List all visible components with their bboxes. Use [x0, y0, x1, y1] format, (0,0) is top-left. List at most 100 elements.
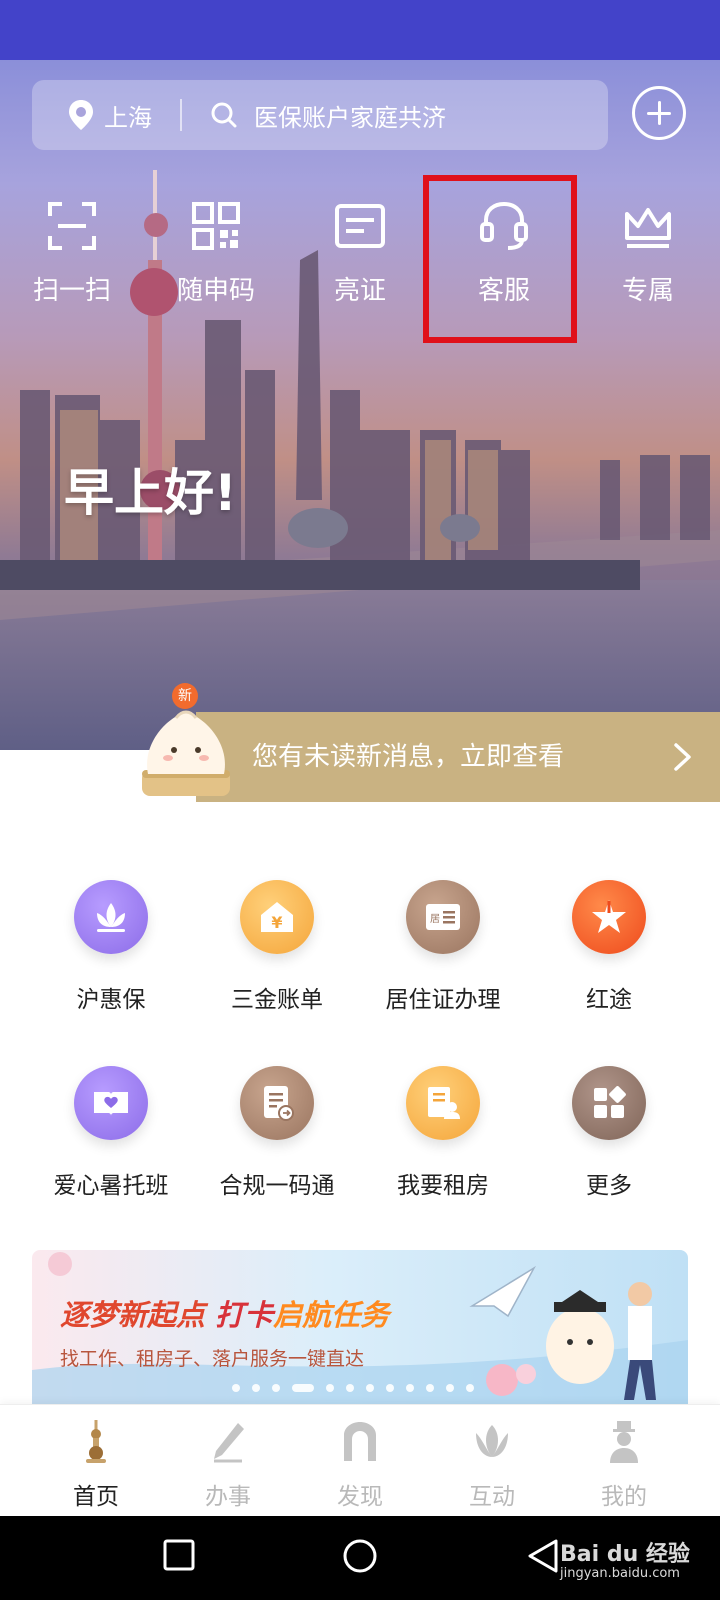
tab-label: 互动 [469, 1484, 515, 1510]
promo-title-part-1: 逐梦新起点 [60, 1298, 216, 1332]
new-badge: 新 [172, 683, 198, 709]
service-rent-house[interactable]: 我要租房 [360, 1066, 526, 1206]
service-icon-bg [74, 1066, 148, 1140]
promo-subtitle: 找工作、租房子、落户服务一键直达 [60, 1348, 365, 1370]
search-bar[interactable]: 上海 医保账户家庭共济 [32, 80, 608, 150]
tab-label: 首页 [73, 1484, 119, 1510]
carousel-dot [252, 1384, 260, 1392]
carousel-dot [466, 1384, 474, 1392]
hero-header: 上海 医保账户家庭共济 扫一扫 随申码 亮证 客服 专属 早上好! [0, 60, 720, 750]
home-tower-icon [86, 1420, 106, 1463]
message-banner[interactable]: 您有未读新消息，立即查看 [196, 712, 720, 802]
add-button[interactable] [632, 86, 686, 140]
location-pin-icon [69, 100, 93, 130]
search-divider [180, 99, 182, 131]
service-icon-bg [572, 1066, 646, 1140]
baidu-watermark: Bai du 经验 jingyan.baidu.com [560, 1536, 690, 1581]
service-icon-bg [240, 1066, 314, 1140]
service-label: 更多 [586, 1173, 632, 1199]
tab-label: 发现 [337, 1484, 383, 1510]
chevron-right-icon [674, 743, 691, 771]
back-triangle-icon[interactable] [526, 1538, 560, 1574]
tab-discover[interactable]: 发现 [300, 1419, 420, 1511]
city-label: 上海 [104, 103, 152, 132]
service-hong-tu[interactable]: 红途 [526, 880, 692, 1020]
quick-action-exclusive[interactable]: 专属 [588, 200, 708, 320]
carousel-dot [366, 1384, 374, 1392]
promo-title-part-2: 打卡 [215, 1298, 274, 1332]
status-bar [0, 0, 720, 60]
lotus-icon [97, 903, 125, 932]
service-three-funds-bill[interactable]: ¥ 三金账单 [194, 880, 360, 1020]
carousel-dot [232, 1384, 240, 1392]
city-selector[interactable]: 上海 [68, 80, 152, 150]
home-circle-icon[interactable] [342, 1538, 378, 1574]
greeting-text: 早上好! [64, 464, 237, 522]
watermark-brand: Bai du 经验 [560, 1542, 690, 1567]
service-hu-hui-bao[interactable]: 沪惠保 [28, 880, 194, 1020]
scan-icon [48, 202, 96, 250]
search-icon [211, 102, 237, 128]
card-icon [335, 204, 385, 248]
service-residence-permit[interactable]: 居 居住证办理 [360, 880, 526, 1020]
quick-action-scan[interactable]: 扫一扫 [12, 200, 132, 320]
residence-card-icon: 居 [426, 904, 460, 930]
document-icon [264, 1086, 294, 1121]
quick-action-qr-code[interactable]: 随申码 [156, 200, 276, 320]
promo-banner[interactable]: 逐梦新起点 打卡启航任务 找工作、租房子、落户服务一键直达 [32, 1250, 688, 1404]
carousel-dot [326, 1384, 334, 1392]
svg-text:¥: ¥ [271, 913, 282, 932]
yen-house-icon: ¥ [261, 902, 293, 932]
carousel-dot [446, 1384, 454, 1392]
watermark-url: jingyan.baidu.com [560, 1566, 680, 1581]
carousel-dot [426, 1384, 434, 1392]
service-label: 沪惠保 [76, 987, 146, 1013]
service-label: 合规一码通 [219, 1173, 335, 1199]
service-more[interactable]: 更多 [526, 1066, 692, 1206]
tab-interact[interactable]: 互动 [432, 1419, 552, 1511]
service-label: 三金账单 [231, 987, 323, 1013]
shanghai-skyline-image [0, 170, 720, 750]
highlight-annotation-box [423, 175, 577, 343]
heart-book-icon [94, 1092, 128, 1116]
svg-text:居: 居 [430, 913, 440, 925]
service-icon-bg [74, 880, 148, 954]
service-summer-care[interactable]: 爱心暑托班 [28, 1066, 194, 1206]
service-icon-bg: ¥ [240, 880, 314, 954]
app-screen: 上海 医保账户家庭共济 扫一扫 随申码 亮证 客服 专属 早上好! 您有未读新消… [0, 0, 720, 1600]
crown-icon [625, 208, 671, 248]
carousel-dot-active [292, 1384, 314, 1392]
recent-apps-icon[interactable] [162, 1538, 196, 1572]
tab-label: 办事 [205, 1484, 251, 1510]
qr-code-icon [192, 202, 240, 250]
service-compliance-code[interactable]: 合规一码通 [194, 1066, 360, 1206]
magnolia-icon [476, 1425, 508, 1457]
star-flag-icon [592, 900, 626, 933]
tab-home[interactable]: 首页 [36, 1419, 156, 1511]
arch-icon [344, 1422, 376, 1461]
quick-action-label: 随申码 [176, 276, 255, 306]
service-label: 爱心暑托班 [53, 1173, 169, 1199]
service-label: 我要租房 [397, 1173, 489, 1199]
service-icon-bg [406, 1066, 480, 1140]
search-input[interactable]: 医保账户家庭共济 [210, 80, 446, 150]
quick-action-show-card[interactable]: 亮证 [300, 200, 420, 320]
carousel-indicator [232, 1384, 474, 1392]
tab-services[interactable]: 办事 [168, 1419, 288, 1511]
search-hint: 医保账户家庭共济 [254, 103, 446, 132]
carousel-dot [406, 1384, 414, 1392]
service-label: 居住证办理 [385, 987, 501, 1013]
carousel-dot [346, 1384, 354, 1392]
service-label: 红途 [586, 987, 632, 1013]
service-icon-bg [572, 880, 646, 954]
quick-action-label: 扫一扫 [32, 276, 111, 306]
message-banner-text: 您有未读新消息，立即查看 [252, 742, 565, 772]
person-icon [610, 1421, 638, 1463]
grid-more-icon [594, 1086, 626, 1118]
carousel-dot [386, 1384, 394, 1392]
service-icon-bg: 居 [406, 880, 480, 954]
tab-mine[interactable]: 我的 [564, 1419, 684, 1511]
pen-icon [214, 1423, 244, 1463]
promo-title-part-3: 启航任务 [273, 1298, 390, 1332]
rent-house-icon [428, 1087, 460, 1119]
